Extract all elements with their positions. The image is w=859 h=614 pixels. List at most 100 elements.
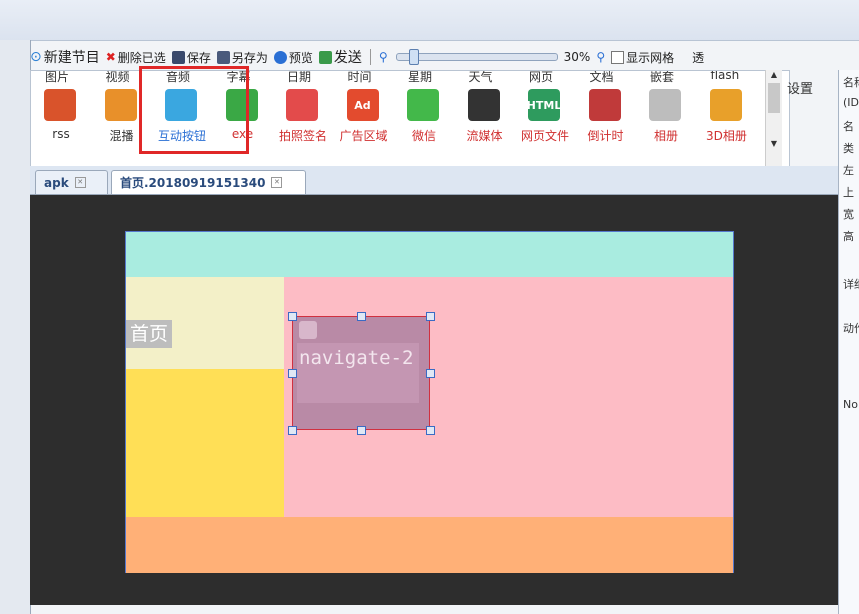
- touch-icon: [299, 321, 317, 339]
- palette-item-label: 微信: [411, 129, 436, 143]
- save-as-button[interactable]: 另存为: [216, 49, 268, 66]
- resize-handle[interactable]: [357, 426, 366, 435]
- widget-icon: [709, 89, 742, 121]
- preview-icon: [273, 50, 287, 64]
- properties-panel: 名称 (ID 名类左上宽高详细动作 No: [838, 70, 859, 614]
- palette-scroll-thumb[interactable]: [768, 83, 780, 113]
- zoom-in-icon[interactable]: ⚲: [596, 50, 605, 64]
- palette-category-label[interactable]: 视频: [106, 71, 130, 85]
- palette-item[interactable]: 微信: [394, 87, 454, 147]
- resize-handle[interactable]: [288, 426, 297, 435]
- property-label: 类: [843, 142, 854, 155]
- palette-item-label: 3D相册: [706, 129, 747, 143]
- home-text-label[interactable]: 首页: [126, 320, 173, 348]
- palette-item[interactable]: 互动按钮: [152, 87, 212, 147]
- scroll-down-icon[interactable]: ▼: [766, 139, 782, 148]
- zoom-out-icon[interactable]: ⚲: [379, 50, 388, 64]
- palette-item[interactable]: 倒计时: [576, 87, 636, 147]
- settings-link[interactable]: 设置: [787, 78, 813, 97]
- resize-handle[interactable]: [426, 426, 435, 435]
- palette-item-label: 相册: [653, 129, 678, 143]
- property-label: 上: [843, 186, 854, 199]
- palette-item-label: 广告区域: [339, 129, 388, 143]
- palette-item[interactable]: exe: [213, 87, 273, 147]
- palette-category-label[interactable]: 日期: [287, 71, 311, 85]
- palette-category-label[interactable]: 天气: [469, 71, 493, 85]
- property-label: 宽: [843, 208, 854, 221]
- property-label: 高: [843, 230, 854, 243]
- palette-item[interactable]: rss: [31, 87, 91, 147]
- widget-icon: HTML: [527, 89, 561, 121]
- interactive-button-widget[interactable]: navigate-2: [292, 316, 430, 430]
- window-titlebar: [0, 0, 859, 41]
- palette-category-label[interactable]: 图片: [45, 71, 69, 85]
- palette-item-label: 倒计时: [587, 129, 624, 143]
- scroll-up-icon[interactable]: ▲: [766, 70, 782, 79]
- send-button[interactable]: 发送: [318, 47, 362, 67]
- palette-category-label[interactable]: 字幕: [227, 71, 251, 85]
- widget-icon: [467, 89, 500, 121]
- palette-item-label: exe: [231, 127, 254, 141]
- palette-item[interactable]: 拍照签名: [273, 87, 333, 147]
- palette-item-label: 拍照签名: [278, 129, 327, 143]
- palette-item[interactable]: HTML 网页文件: [515, 87, 575, 147]
- resize-handle[interactable]: [426, 312, 435, 321]
- palette-category-label[interactable]: 文档: [590, 71, 614, 85]
- save-button[interactable]: 保存: [171, 49, 211, 66]
- palette-category-label[interactable]: 音频: [166, 71, 190, 85]
- zoom-slider-thumb[interactable]: [408, 49, 419, 65]
- close-icon[interactable]: ✕: [271, 177, 283, 188]
- property-label: 左: [843, 164, 854, 177]
- widget-icon: [104, 89, 137, 121]
- widget-icon: [165, 89, 197, 121]
- palette-category-label[interactable]: 嵌套: [650, 71, 674, 85]
- program-page[interactable]: 首页 navigate-2: [125, 231, 734, 573]
- palette-item[interactable]: 混播: [92, 87, 152, 147]
- left-dock-strip: [0, 40, 31, 614]
- property-label: 动作: [843, 322, 859, 335]
- palette-category-label[interactable]: flash: [711, 71, 740, 82]
- property-label: (ID: [843, 96, 859, 109]
- main-toolbar: ⊙ 新建节目 ✖ 删除已选 保存 另存为 预览 发送 ⚲ 30% ⚲ 显示网格 透: [30, 44, 859, 70]
- palette-item[interactable]: 相册: [636, 87, 696, 147]
- floppy-icon: [171, 50, 185, 64]
- widget-icon: Ad: [346, 89, 379, 121]
- close-icon[interactable]: ✕: [74, 177, 86, 188]
- palette-category-label[interactable]: 网页: [529, 71, 553, 85]
- widget-icon: [649, 89, 681, 121]
- property-label: 详细: [843, 278, 859, 291]
- region-top-band[interactable]: [126, 232, 733, 277]
- resize-handle[interactable]: [357, 312, 366, 321]
- show-grid-checkbox[interactable]: [611, 50, 625, 64]
- palette-item-label: rss: [52, 127, 70, 141]
- delete-icon: ✖: [105, 50, 116, 64]
- property-label: No: [843, 398, 858, 411]
- palette-item-label: 网页文件: [520, 129, 569, 143]
- document-tabbar: apk ✕ 首页.20180919151340 ✕: [30, 166, 838, 195]
- resize-handle[interactable]: [288, 369, 297, 378]
- zoom-slider[interactable]: [395, 49, 558, 65]
- palette-category-label[interactable]: 时间: [348, 71, 372, 85]
- tab-home-page[interactable]: 首页.20180919151340 ✕: [111, 170, 306, 194]
- widget-icon: [588, 89, 621, 121]
- widget-palette: 图片 视频 音频 字幕 日期 时间 星期 天气 网页 文档 嵌套 flash rss 混播 互动按钮 exe…: [30, 70, 790, 168]
- resize-handle[interactable]: [426, 369, 435, 378]
- widget-icon: [225, 89, 258, 121]
- show-grid-toggle[interactable]: 显示网格: [611, 49, 674, 66]
- toolbar-overflow-text: 透: [692, 50, 705, 65]
- region-bottom-band[interactable]: [126, 517, 733, 573]
- property-label: 名: [843, 120, 854, 133]
- palette-item[interactable]: 流媒体: [455, 87, 515, 147]
- region-left-lower[interactable]: [126, 369, 284, 517]
- new-program-button[interactable]: ⊙ 新建节目: [30, 47, 100, 67]
- resize-handle[interactable]: [288, 312, 297, 321]
- preview-button[interactable]: 预览: [273, 49, 313, 66]
- send-icon: [318, 50, 332, 64]
- palette-item-label: 混播: [109, 129, 134, 143]
- delete-selected-button[interactable]: ✖ 删除已选: [106, 49, 166, 66]
- palette-item[interactable]: Ad 广告区域: [334, 87, 394, 147]
- palette-category-label[interactable]: 星期: [408, 71, 432, 85]
- palette-item[interactable]: 3D相册: [697, 87, 757, 147]
- tab-apk[interactable]: apk ✕: [35, 170, 108, 194]
- palette-scrollbar[interactable]: ▲ ▼: [765, 70, 782, 166]
